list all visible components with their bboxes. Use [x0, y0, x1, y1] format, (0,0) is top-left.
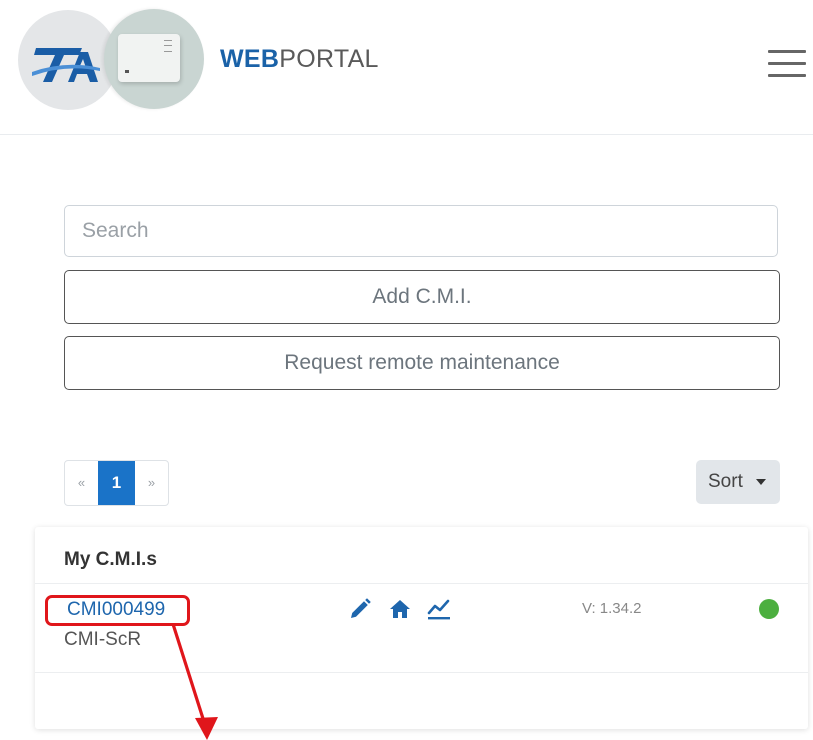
device-vent-lines	[164, 40, 172, 52]
card-title: My C.M.I.s	[64, 549, 157, 570]
hamburger-line	[768, 62, 806, 65]
pagination-page-current[interactable]: 1	[98, 461, 135, 505]
hamburger-line	[768, 50, 806, 53]
my-cmis-card: My C.M.I.s CMI000499 CMI-ScR V: 1.34.2	[35, 527, 808, 729]
hamburger-line	[768, 74, 806, 77]
home-icon[interactable]	[388, 597, 412, 621]
device-type: CMI-ScR	[64, 629, 142, 650]
sort-dropdown-button[interactable]: Sort	[696, 460, 780, 504]
pagination: « 1 »	[64, 460, 169, 506]
chart-line-icon[interactable]	[427, 597, 451, 621]
pagination-prev[interactable]: «	[65, 461, 98, 505]
firmware-version: V: 1.34.2	[582, 600, 642, 617]
brand-title: WEBPORTAL	[220, 44, 379, 74]
add-cmi-button[interactable]: Add C.M.I.	[64, 270, 780, 324]
brand-bold: WEB	[220, 45, 280, 73]
ta-logo-icon	[32, 48, 100, 82]
device-highlight-annotation	[45, 595, 190, 626]
pencil-icon[interactable]	[348, 597, 372, 621]
caret-down-icon	[756, 479, 766, 485]
card-divider	[35, 583, 808, 584]
menu-hamburger-icon[interactable]	[768, 48, 806, 78]
header: WEBPORTAL	[0, 0, 813, 135]
device-led	[125, 70, 129, 73]
request-remote-maintenance-button[interactable]: Request remote maintenance	[64, 336, 780, 390]
search-input[interactable]	[64, 205, 778, 257]
pagination-next[interactable]: »	[135, 461, 168, 505]
card-divider	[35, 672, 808, 673]
cmi-device-image	[118, 34, 180, 82]
sort-label: Sort	[708, 471, 743, 492]
brand-regular: PORTAL	[279, 45, 379, 73]
status-indicator	[759, 599, 779, 619]
